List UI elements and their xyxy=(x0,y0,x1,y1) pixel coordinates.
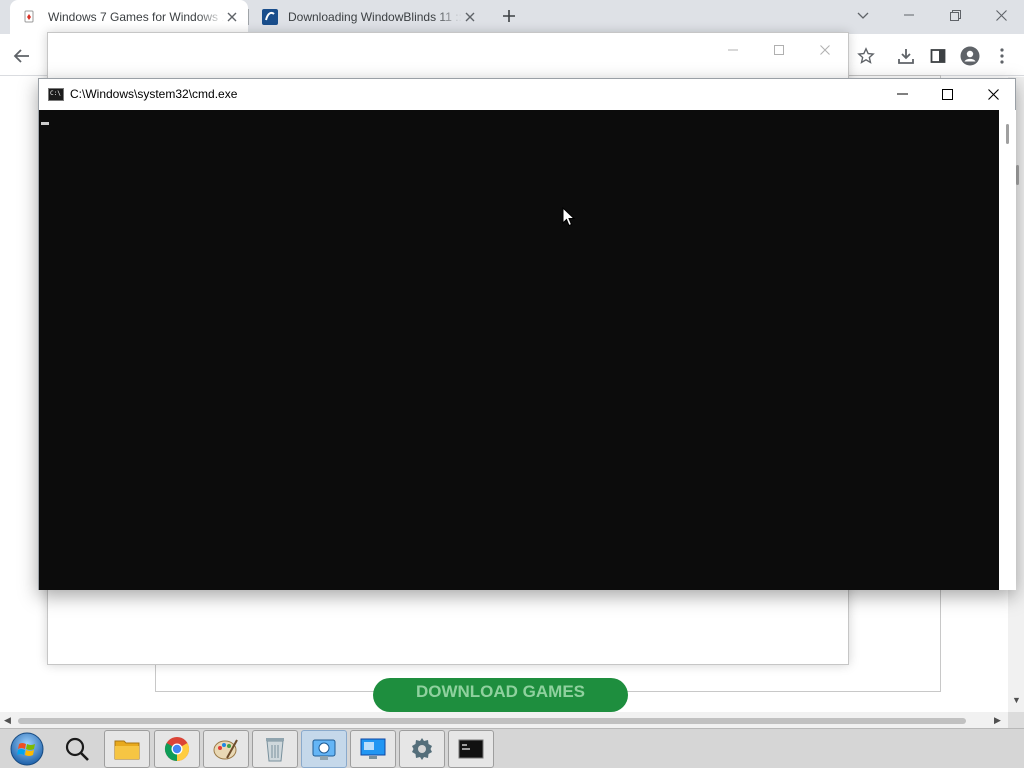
close-icon[interactable] xyxy=(810,39,840,61)
back-arrow-icon[interactable] xyxy=(10,44,34,68)
taskbar-settings[interactable] xyxy=(399,730,445,768)
maximize-icon[interactable] xyxy=(764,39,794,61)
download-icon[interactable] xyxy=(894,44,918,68)
folder-icon xyxy=(114,740,140,760)
stardock-icon xyxy=(262,9,278,25)
paint-icon xyxy=(213,739,238,760)
cmd-maximize-button[interactable] xyxy=(924,79,970,109)
scrollbar-thumb[interactable] xyxy=(1016,165,1019,185)
tab-close-icon[interactable] xyxy=(224,9,240,25)
menu-kebab-icon[interactable] xyxy=(990,44,1014,68)
browser-close-button[interactable] xyxy=(978,0,1024,30)
tab-windows7-games[interactable]: Windows 7 Games for Windows 11 xyxy=(10,0,248,34)
cmd-minimize-button[interactable] xyxy=(879,79,925,109)
scroll-down-arrow-icon[interactable]: ▼ xyxy=(1012,695,1021,705)
terminal-icon xyxy=(458,739,484,759)
mouse-pointer-icon xyxy=(562,207,576,227)
text-cursor xyxy=(41,122,49,125)
taskbar-display-settings[interactable] xyxy=(350,730,396,768)
cards-icon xyxy=(22,9,38,25)
browser-minimize-button[interactable] xyxy=(886,0,932,30)
browser-restore-button[interactable] xyxy=(932,0,978,30)
tab-title: Windows 7 Games for Windows 11 xyxy=(48,10,224,24)
windows-orb-icon xyxy=(10,732,44,766)
page-horizontal-scrollbar[interactable]: ◀ ▶ xyxy=(0,712,1008,728)
taskbar-paint[interactable] xyxy=(203,730,249,768)
cmd-close-button[interactable] xyxy=(970,79,1016,109)
chrome-icon xyxy=(164,737,190,761)
cmd-window-title: C:\Windows\system32\cmd.exe xyxy=(70,87,238,101)
taskbar xyxy=(0,728,1024,768)
scroll-left-arrow-icon[interactable]: ◀ xyxy=(4,715,11,726)
taskbar-chrome[interactable] xyxy=(154,730,200,768)
search-icon xyxy=(65,737,89,761)
new-tab-button[interactable] xyxy=(498,5,520,27)
cmd-titlebar[interactable]: C:\ C:\Windows\system32\cmd.exe xyxy=(39,79,1015,109)
control-panel-icon xyxy=(312,739,336,760)
taskbar-search-button[interactable] xyxy=(54,730,100,768)
tab-search-chevron-icon[interactable] xyxy=(853,6,873,26)
download-games-button[interactable]: DOWNLOAD GAMES xyxy=(373,678,628,712)
recycle-bin-icon xyxy=(266,738,284,762)
taskbar-recycle-bin[interactable] xyxy=(252,730,298,768)
scrollbar-thumb[interactable] xyxy=(18,718,966,724)
tab-windowblinds[interactable]: Downloading WindowBlinds 11 :: Stardock xyxy=(250,0,486,34)
taskbar-control-panel[interactable] xyxy=(301,730,347,768)
scrollbar-thumb[interactable] xyxy=(1006,124,1009,144)
side-panel-icon[interactable] xyxy=(926,44,950,68)
browser-tabstrip: Windows 7 Games for Windows 11 Downloadi… xyxy=(0,0,1024,34)
minimize-icon[interactable] xyxy=(718,39,748,61)
taskbar-file-explorer[interactable] xyxy=(104,730,150,768)
bookmark-star-icon[interactable] xyxy=(854,44,878,68)
scrollbar-corner xyxy=(1008,712,1024,728)
cmd-app-icon: C:\ xyxy=(48,88,64,101)
console-scrollbar[interactable] xyxy=(999,110,1016,590)
cmd-window[interactable]: C:\ C:\Windows\system32\cmd.exe xyxy=(38,78,1016,590)
gear-icon xyxy=(412,738,432,760)
scroll-right-arrow-icon[interactable]: ▶ xyxy=(994,715,1001,726)
tab-separator xyxy=(248,9,249,25)
taskbar-command-prompt[interactable] xyxy=(448,730,494,768)
display-settings-icon xyxy=(360,738,386,759)
start-button[interactable] xyxy=(4,730,50,768)
console-output-area[interactable] xyxy=(39,110,999,590)
tab-title: Downloading WindowBlinds 11 :: Stardock xyxy=(288,10,462,24)
profile-avatar-icon[interactable] xyxy=(958,44,982,68)
tab-close-icon[interactable] xyxy=(462,9,478,25)
